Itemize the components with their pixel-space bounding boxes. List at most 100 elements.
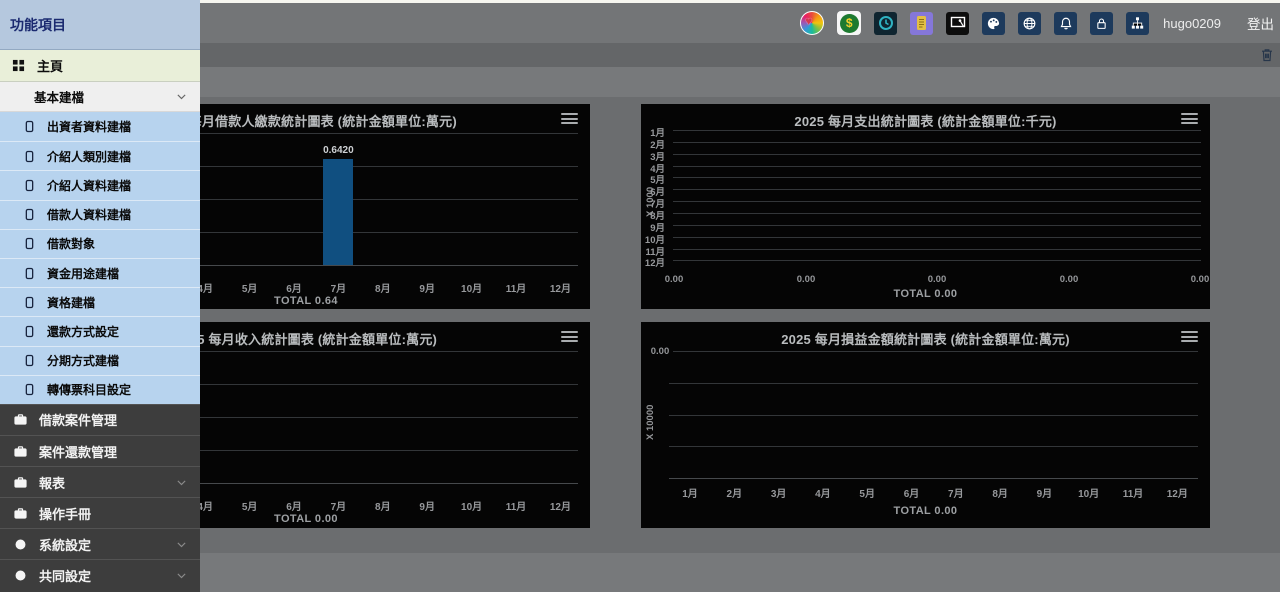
x-axis-label: 10月 <box>461 280 482 295</box>
sitemap-icon[interactable] <box>1126 12 1149 35</box>
x-axis-label: 6月 <box>904 485 920 500</box>
sidebar-item[interactable]: 借款對象 <box>0 229 200 258</box>
circle-icon <box>13 537 39 552</box>
record-icon <box>23 267 36 280</box>
x-tick-label: 0.00 <box>1060 274 1079 285</box>
circle-icon <box>13 568 39 583</box>
sidebar-item[interactable]: 資金用途建檔 <box>0 258 200 287</box>
sidebar-item-label: 報表 <box>39 473 175 492</box>
chevron-down-icon <box>175 569 188 582</box>
bank-coin-icon[interactable]: $ <box>837 11 861 35</box>
gridline <box>673 177 1201 178</box>
record-icon <box>23 237 36 250</box>
sidebar-item-label: 共同設定 <box>39 566 175 585</box>
sidebar-item-dark[interactable]: 操作手冊 <box>0 497 200 528</box>
sidebar-item[interactable]: 出資者資料建檔 <box>0 112 200 141</box>
x-axis-label: 2月 <box>727 485 743 500</box>
sidebar-item-label: 轉傳票科目設定 <box>47 381 131 398</box>
app-logo-icon[interactable]: ♥ <box>800 11 824 35</box>
x-axis-label: 10月 <box>1078 485 1099 500</box>
x-axis-label: 3月 <box>771 485 787 500</box>
chevron-down-icon <box>175 90 188 103</box>
gridline <box>673 213 1201 214</box>
briefcase-icon <box>13 412 39 427</box>
gridline <box>673 249 1201 250</box>
sidebar-item-dark[interactable]: 案件還款管理 <box>0 435 200 466</box>
sidebar-item-dark[interactable]: 借款案件管理 <box>0 404 200 435</box>
x-axis-label: 6月 <box>286 280 302 295</box>
username-label: hugo0209 <box>1163 16 1221 31</box>
grid-icon <box>12 59 25 72</box>
chart-total-label: TOTAL 0.00 <box>641 505 1210 517</box>
palette-icon[interactable] <box>982 12 1005 35</box>
hamburger-menu-icon[interactable] <box>561 331 578 344</box>
x-axis-label: 9月 <box>1037 485 1053 500</box>
record-icon <box>23 208 36 221</box>
sidebar-item-label: 操作手冊 <box>39 504 188 523</box>
x-axis-label: 9月 <box>419 280 435 295</box>
briefcase-icon <box>13 444 39 459</box>
sidebar-item-label: 資金用途建檔 <box>47 265 119 282</box>
sidebar-item-home[interactable]: 主頁 <box>0 50 200 82</box>
sidebar-item-label: 介紹人資料建檔 <box>47 177 131 194</box>
gridline <box>673 201 1201 202</box>
sidebar-item-label: 出資者資料建檔 <box>47 118 131 135</box>
sidebar-item-dark[interactable]: 報表 <box>0 466 200 497</box>
screen-icon[interactable] <box>946 12 969 35</box>
sidebar-item[interactable]: 介紹人資料建檔 <box>0 170 200 199</box>
logout-button[interactable]: 登出 <box>1247 13 1274 33</box>
hamburger-menu-icon[interactable] <box>561 113 578 126</box>
sidebar-item[interactable]: 分期方式建檔 <box>0 346 200 375</box>
sidebar-item-dark[interactable]: 系統設定 <box>0 528 200 559</box>
gridline <box>673 189 1201 190</box>
chart-panel: 2025 每月損益金額統計圖表 (統計金額單位:萬元)0.00X 100001月… <box>641 322 1210 528</box>
sidebar-item-label: 資格建檔 <box>47 294 95 311</box>
sidebar-group-label: 基本建檔 <box>34 87 175 106</box>
bar-value-label: 0.6420 <box>323 145 354 156</box>
sidebar-item-label: 借款對象 <box>47 235 95 252</box>
scroll-icon[interactable] <box>910 12 933 35</box>
gridline <box>673 237 1201 238</box>
sidebar-item-label: 介紹人類別建檔 <box>47 148 131 165</box>
lock-icon[interactable] <box>1090 12 1113 35</box>
gridline <box>673 225 1201 226</box>
y-axis-scale-label: X 1000 <box>645 187 656 217</box>
clock-icon[interactable] <box>874 12 897 35</box>
record-icon <box>23 296 36 309</box>
sidebar-item[interactable]: 轉傳票科目設定 <box>0 375 200 404</box>
gridline <box>673 351 1198 352</box>
x-axis-label: 8月 <box>992 485 1008 500</box>
x-axis-label: 12月 <box>550 280 571 295</box>
sidebar-item-label: 系統設定 <box>39 535 175 554</box>
globe-icon[interactable] <box>1018 12 1041 35</box>
sidebar-item[interactable]: 還款方式設定 <box>0 316 200 345</box>
chevron-down-icon <box>175 476 188 489</box>
x-axis-label: 12月 <box>1167 485 1188 500</box>
briefcase-icon <box>13 475 39 490</box>
chart-title: 2025 每月支出統計圖表 (統計金額單位:千元) <box>641 111 1210 130</box>
y-tick-label: 0.00 <box>651 346 670 357</box>
bar[interactable] <box>323 159 353 265</box>
sidebar-menu: 功能項目 主頁 基本建檔 出資者資料建檔介紹人類別建檔介紹人資料建檔借款人資料建… <box>0 0 200 592</box>
gridline <box>669 446 1198 447</box>
sidebar-group-basic-files[interactable]: 基本建檔 <box>0 82 200 112</box>
y-axis-label: 12月 <box>641 255 665 269</box>
sidebar-item[interactable]: 介紹人類別建檔 <box>0 141 200 170</box>
sidebar-item-label: 借款案件管理 <box>39 410 188 429</box>
x-axis-label: 11月 <box>506 498 527 513</box>
hamburger-menu-icon[interactable] <box>1181 113 1198 126</box>
x-axis-label: 5月 <box>242 280 258 295</box>
bell-icon[interactable] <box>1054 12 1077 35</box>
sidebar-item[interactable]: 借款人資料建檔 <box>0 200 200 229</box>
trash-icon[interactable] <box>1259 47 1275 63</box>
hamburger-menu-icon[interactable] <box>1181 331 1198 344</box>
sidebar-title: 功能項目 <box>0 0 200 50</box>
x-axis-label: 7月 <box>331 498 347 513</box>
sidebar-item-dark[interactable]: 共同設定 <box>0 559 200 590</box>
chart-title: 2025 每月損益金額統計圖表 (統計金額單位:萬元) <box>641 329 1210 348</box>
x-axis-label: 12月 <box>550 498 571 513</box>
x-axis-label: 8月 <box>375 498 391 513</box>
briefcase-icon <box>13 506 39 521</box>
navbar-icons: ♥$ <box>800 11 1149 35</box>
sidebar-item[interactable]: 資格建檔 <box>0 287 200 316</box>
